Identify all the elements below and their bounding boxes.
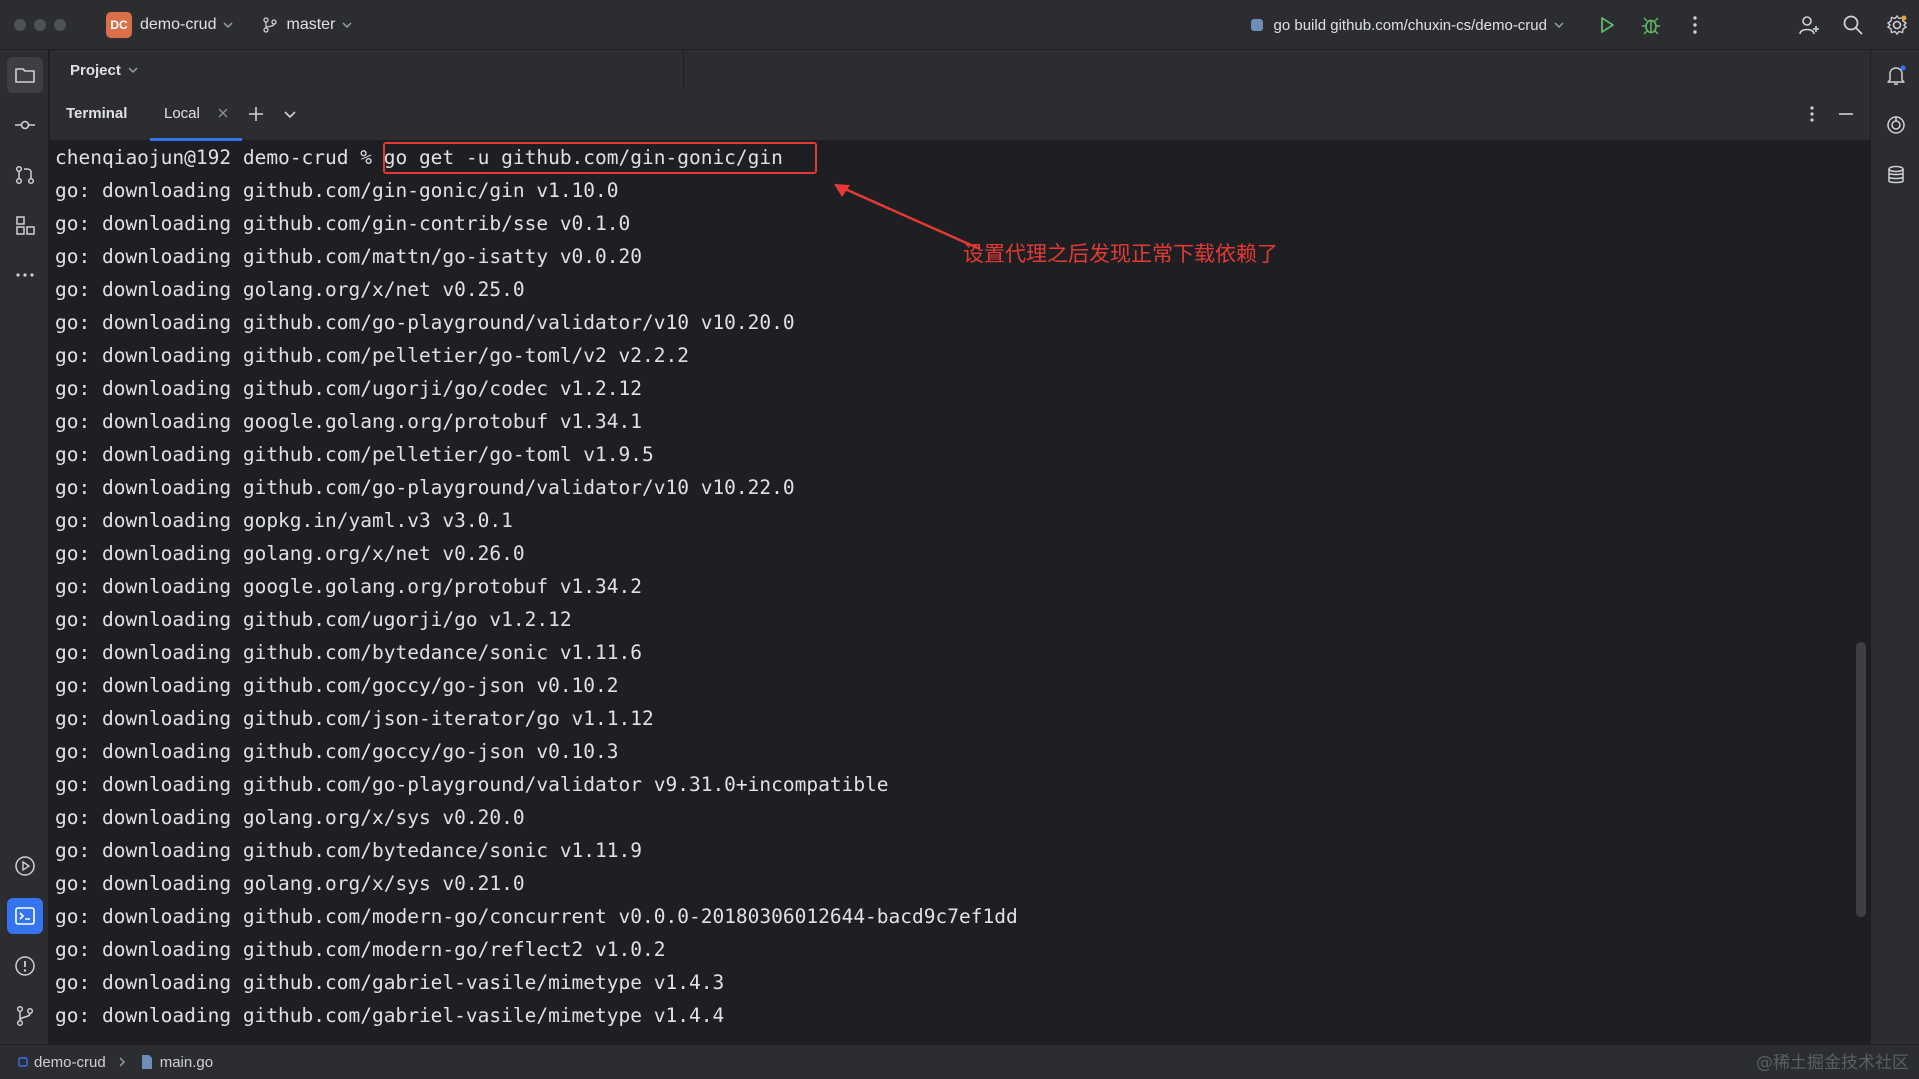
chevron-down-icon[interactable]: [127, 64, 139, 76]
settings-gear-icon[interactable]: [1885, 13, 1909, 37]
problems-tool-button[interactable]: [7, 948, 43, 984]
terminal-output-line: go: downloading github.com/go-playground…: [55, 476, 795, 499]
status-bar: demo-crud main.go: [0, 1044, 1919, 1079]
terminal-output-line: go: downloading github.com/go-playground…: [55, 311, 795, 334]
terminal-output-line: go: downloading github.com/pelletier/go-…: [55, 443, 654, 466]
commit-icon: [15, 120, 35, 130]
terminal-output-line: go: downloading golang.org/x/sys v0.20.0: [55, 806, 525, 829]
run-configuration[interactable]: go build github.com/chuxin-cs/demo-crud: [1274, 17, 1547, 34]
project-name[interactable]: demo-crud: [140, 16, 216, 34]
more-vertical-icon[interactable]: [1802, 104, 1822, 124]
pull-request-icon: [15, 165, 35, 185]
terminal-output-line: go: downloading github.com/json-iterator…: [55, 707, 654, 730]
title-bar: DC demo-crud master go build github.com/…: [0, 0, 1919, 50]
breadcrumb-file[interactable]: main.go: [160, 1054, 213, 1071]
services-tool-button[interactable]: [7, 848, 43, 884]
add-user-icon[interactable]: [1797, 13, 1821, 37]
terminal-output-line: go: downloading github.com/pelletier/go-…: [55, 344, 689, 367]
terminal-output-line: go: downloading golang.org/x/sys v0.21.0: [55, 872, 525, 895]
more-vertical-icon[interactable]: [1683, 13, 1707, 37]
close-window-button[interactable]: [14, 18, 26, 31]
annotation-text: 设置代理之后发现正常下载依赖了: [963, 242, 1278, 266]
folder-icon: [15, 68, 35, 83]
left-tool-strip: [0, 50, 49, 1044]
minimize-window-button[interactable]: [34, 18, 46, 31]
more-horizontal-icon: [16, 273, 34, 277]
terminal-output-line: go: downloading github.com/ugorji/go/cod…: [55, 377, 642, 400]
terminal-output-line: go: downloading github.com/gabriel-vasil…: [55, 1004, 725, 1027]
more-tools-button[interactable]: [7, 257, 43, 293]
structure-icon: [16, 216, 35, 235]
terminal-output-line: go: downloading golang.org/x/net v0.25.0: [55, 278, 525, 301]
terminal-output-line: go: downloading github.com/ugorji/go v1.…: [55, 608, 572, 631]
editor-header-area: [684, 50, 1870, 90]
ai-assistant-button[interactable]: [1878, 107, 1914, 143]
commit-tool-button[interactable]: [7, 107, 43, 143]
terminal-output-line: go: downloading github.com/gin-gonic/gin…: [55, 179, 619, 202]
branch-name[interactable]: master: [286, 16, 335, 34]
terminal-scrollbar[interactable]: [1856, 642, 1866, 917]
maximize-window-button[interactable]: [54, 18, 66, 31]
git-branch-icon: [16, 1005, 34, 1027]
git-tool-button[interactable]: [7, 998, 43, 1034]
database-icon: [1888, 165, 1904, 184]
terminal-output[interactable]: chenqiaojun@192 demo-crud % go get -u gi…: [50, 141, 1870, 1044]
terminal-output-line: go: downloading github.com/bytedance/son…: [55, 641, 642, 664]
terminal-icon: [15, 907, 35, 925]
tab-label[interactable]: Local: [164, 105, 200, 122]
project-panel-header[interactable]: Project: [50, 50, 684, 90]
terminal-output-line: go: downloading github.com/go-playground…: [55, 773, 889, 796]
database-button[interactable]: [1878, 157, 1914, 193]
problems-icon: [15, 956, 35, 976]
right-tool-strip: [1870, 50, 1919, 1044]
window-controls[interactable]: [14, 18, 66, 31]
chevron-down-icon[interactable]: [1553, 19, 1565, 31]
git-branch-icon: [263, 16, 278, 33]
terminal-output-line: go: downloading golang.org/x/net v0.26.0: [55, 542, 525, 565]
debug-icon[interactable]: [1639, 13, 1663, 37]
search-icon[interactable]: [1841, 13, 1865, 37]
terminal-output-line: go: downloading google.golang.org/protob…: [55, 575, 642, 598]
terminal-output-line: go: downloading github.com/gabriel-vasil…: [55, 971, 725, 994]
minimize-panel-icon[interactable]: [1836, 104, 1856, 124]
project-panel-title[interactable]: Project: [70, 62, 121, 79]
terminal-output-line: go: downloading github.com/modern-go/ref…: [55, 938, 666, 961]
bell-icon: [1887, 65, 1906, 85]
ai-assistant-icon: [1887, 116, 1905, 134]
run-icon[interactable]: [1595, 13, 1619, 37]
notifications-button[interactable]: [1878, 57, 1914, 93]
project-icon: [18, 1057, 28, 1067]
structure-tool-button[interactable]: [7, 207, 43, 243]
terminal-output-line: go: downloading github.com/gin-contrib/s…: [55, 212, 631, 235]
command-highlight-box: [383, 142, 817, 174]
watermark: @稀土掘金技术社区: [1756, 1053, 1909, 1073]
terminal-output-line: go: downloading gopkg.in/yaml.v3 v3.0.1: [55, 509, 513, 532]
project-badge[interactable]: DC: [106, 11, 132, 38]
close-icon[interactable]: [216, 106, 230, 120]
chevron-down-icon[interactable]: [282, 106, 298, 122]
terminal-output-line: go: downloading github.com/goccy/go-json…: [55, 740, 619, 763]
pull-requests-tool-button[interactable]: [7, 157, 43, 193]
terminal-tool-button[interactable]: [7, 898, 43, 934]
terminal-output-line: go: downloading google.golang.org/protob…: [55, 410, 642, 433]
breadcrumb-project[interactable]: demo-crud: [34, 1054, 106, 1071]
services-play-icon: [15, 856, 35, 876]
chevron-down-icon[interactable]: [341, 19, 353, 31]
go-run-config-icon: [1250, 19, 1263, 31]
terminal-output-line: go: downloading github.com/modern-go/con…: [55, 905, 1018, 928]
terminal-output-line: go: downloading github.com/mattn/go-isat…: [55, 245, 642, 268]
add-tab-icon[interactable]: [246, 104, 266, 124]
chevron-right-icon: [119, 1057, 125, 1067]
terminal-title: Terminal: [66, 105, 128, 122]
terminal-output-line: go: downloading github.com/goccy/go-json…: [55, 674, 619, 697]
go-file-icon: [141, 1055, 152, 1069]
chevron-down-icon[interactable]: [222, 19, 234, 31]
terminal-tab-bar: Terminal Local: [50, 90, 1870, 141]
tab-local[interactable]: Local: [150, 90, 290, 141]
project-tool-button[interactable]: [7, 57, 43, 93]
terminal-output-line: go: downloading github.com/bytedance/son…: [55, 839, 642, 862]
